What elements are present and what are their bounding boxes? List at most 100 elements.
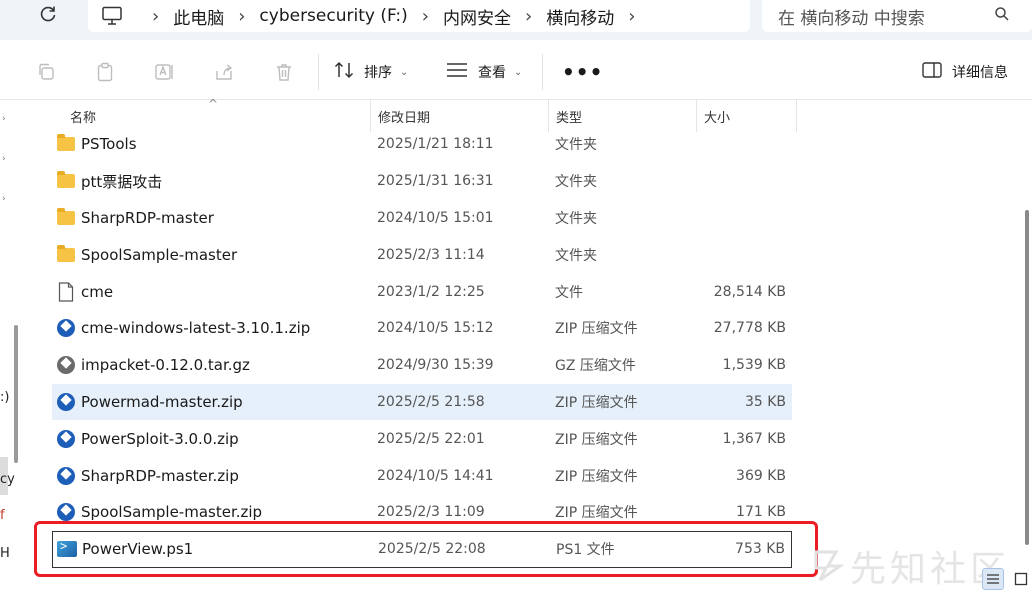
file-date: 2025/2/5 21:58 <box>377 393 485 410</box>
file-row-hovered[interactable]: Powermad-master.zip 2025/2/5 21:58 ZIP 压… <box>52 383 792 421</box>
details-view-button[interactable] <box>982 568 1004 590</box>
delete-icon[interactable] <box>274 62 294 82</box>
file-type: 文件夹 <box>555 210 597 227</box>
file-row[interactable]: SharpRDP-master 2024/10/5 15:01 文件夹 <box>52 200 792 237</box>
file-size: 35 KB <box>744 393 786 410</box>
file-date: 2024/10/5 14:41 <box>377 467 494 484</box>
file-name: PowerSploit-3.0.0.zip <box>81 429 239 448</box>
scrollbar-thumb[interactable] <box>1025 210 1029 545</box>
nav-item-label[interactable]: cy <box>0 472 15 487</box>
search-icon[interactable] <box>994 6 1010 26</box>
zip-archive-icon <box>56 466 76 486</box>
view-button[interactable]: 查看 ⌄ <box>446 60 522 84</box>
sort-ascending-icon: ^ <box>208 97 219 111</box>
file-date: 2025/2/5 22:01 <box>377 430 485 447</box>
column-header-size-label: 大小 <box>704 110 731 126</box>
zip-archive-icon <box>56 392 76 412</box>
zip-archive-icon <box>56 318 76 338</box>
file-name: SharpRDP-master <box>81 208 214 227</box>
chevron-right-icon[interactable]: › <box>238 6 245 27</box>
breadcrumb-item-this-pc[interactable]: 此电脑 <box>173 4 224 29</box>
file-size: 27,778 KB <box>713 320 786 337</box>
file-name: cme <box>81 282 114 301</box>
sort-icon <box>334 61 356 83</box>
navigation-scrollbar[interactable] <box>14 325 18 463</box>
view-list-icon <box>446 62 468 82</box>
more-options-button[interactable]: ••• <box>562 60 603 84</box>
file-type: 文件夹 <box>555 137 597 154</box>
chevron-right-icon[interactable]: › <box>422 6 429 27</box>
copy-icon[interactable] <box>36 62 56 82</box>
folder-icon <box>56 171 76 191</box>
toolbar-divider <box>318 54 319 90</box>
file-row[interactable]: PSTools 2025/1/21 18:11 文件夹 <box>52 126 792 163</box>
nav-item-label[interactable]: H <box>0 546 10 561</box>
share-icon[interactable] <box>214 62 234 82</box>
file-date: 2025/2/3 11:09 <box>377 504 485 521</box>
file-date: 2024/9/30 15:39 <box>377 357 494 374</box>
chevron-right-icon[interactable]: › <box>525 6 532 27</box>
file-size: 1,367 KB <box>722 430 786 447</box>
chevron-right-icon[interactable]: › <box>2 154 6 164</box>
paste-icon[interactable] <box>95 62 115 82</box>
zip-archive-icon <box>56 429 76 449</box>
rename-icon[interactable] <box>154 62 174 82</box>
file-date: 2025/1/21 18:11 <box>377 136 494 153</box>
file-name: SpoolSample-master.zip <box>81 503 263 522</box>
nav-item-label[interactable]: f <box>0 508 5 523</box>
breadcrumb-item-lateral-movement[interactable]: 横向移动 <box>546 4 614 29</box>
chevron-down-icon: ⌄ <box>514 66 523 78</box>
file-name: SpoolSample-master <box>81 245 238 264</box>
file-name: ptt票据攻击 <box>81 172 163 191</box>
refresh-icon[interactable] <box>36 2 60 26</box>
file-type: 文件夹 <box>555 174 597 191</box>
breadcrumb-item-intranet-security[interactable]: 内网安全 <box>443 4 511 29</box>
file-row[interactable]: SharpRDP-master.zip 2024/10/5 14:41 ZIP … <box>52 457 792 494</box>
column-header-date-label: 修改日期 <box>378 110 431 126</box>
chevron-right-icon[interactable]: › <box>2 114 6 124</box>
folder-icon <box>56 134 76 154</box>
file-name: impacket-0.12.0.tar.gz <box>81 356 250 375</box>
highlight-annotation <box>34 521 818 577</box>
folder-icon <box>56 207 76 228</box>
toolbar-divider <box>542 54 543 90</box>
chevron-right-icon[interactable]: › <box>2 194 6 204</box>
file-row[interactable]: cme-windows-latest-3.10.1.zip 2024/10/5 … <box>52 310 792 347</box>
file-name: SharpRDP-master.zip <box>81 466 239 485</box>
sort-button[interactable]: 排序 ⌄ <box>334 60 408 84</box>
file-name: Powermad-master.zip <box>81 392 243 411</box>
file-date: 2024/10/5 15:01 <box>377 209 494 226</box>
file-size: 28,514 KB <box>713 283 786 300</box>
file-size: 171 KB <box>736 504 786 521</box>
breadcrumb-item-drive[interactable]: cybersecurity (F:) <box>259 6 407 26</box>
chevron-right-icon[interactable]: › <box>152 6 159 27</box>
file-date: 2024/10/5 15:12 <box>377 320 494 337</box>
file-row[interactable]: ptt票据攻击 2025/1/31 16:31 文件夹 <box>52 163 792 200</box>
column-header-type-label: 类型 <box>556 110 583 126</box>
computer-icon[interactable] <box>100 4 124 28</box>
file-row[interactable]: SpoolSample-master 2025/2/3 11:14 文件夹 <box>52 236 792 273</box>
details-pane-icon <box>922 62 942 82</box>
chevron-right-icon[interactable]: › <box>628 6 635 27</box>
file-row[interactable]: PowerSploit-3.0.0.zip 2025/2/5 22:01 ZIP… <box>52 420 792 457</box>
navigation-pane: › › › :) cy f H <box>0 100 26 600</box>
file-type: ZIP 压缩文件 <box>555 468 638 485</box>
command-bar: 排序 ⌄ 查看 ⌄ ••• 详细信息 <box>0 40 1032 100</box>
address-bar: › 此电脑 › cybersecurity (F:) › 内网安全 › 横向移动… <box>0 0 1032 40</box>
details-label: 详细信息 <box>952 65 1008 81</box>
view-label: 查看 <box>478 65 506 81</box>
nav-item-label[interactable]: :) <box>0 390 9 405</box>
folder-icon <box>56 244 76 265</box>
search-input[interactable]: 在 横向移动 中搜索 <box>762 0 1032 32</box>
column-divider[interactable] <box>796 100 797 132</box>
watermark-logo-icon <box>812 548 845 582</box>
file-type: ZIP 压缩文件 <box>555 394 638 411</box>
file-date: 2025/2/3 11:14 <box>377 246 485 263</box>
file-row[interactable]: impacket-0.12.0.tar.gz 2024/9/30 15:39 G… <box>52 347 792 384</box>
details-pane-button[interactable]: 详细信息 <box>922 60 1008 84</box>
file-row[interactable]: cme 2023/1/2 12:25 文件 28,514 KB <box>52 273 792 310</box>
sort-label: 排序 <box>364 65 392 81</box>
tiles-view-button[interactable] <box>1010 568 1032 590</box>
file-type: GZ 压缩文件 <box>555 358 636 375</box>
file-name: PSTools <box>81 135 137 154</box>
